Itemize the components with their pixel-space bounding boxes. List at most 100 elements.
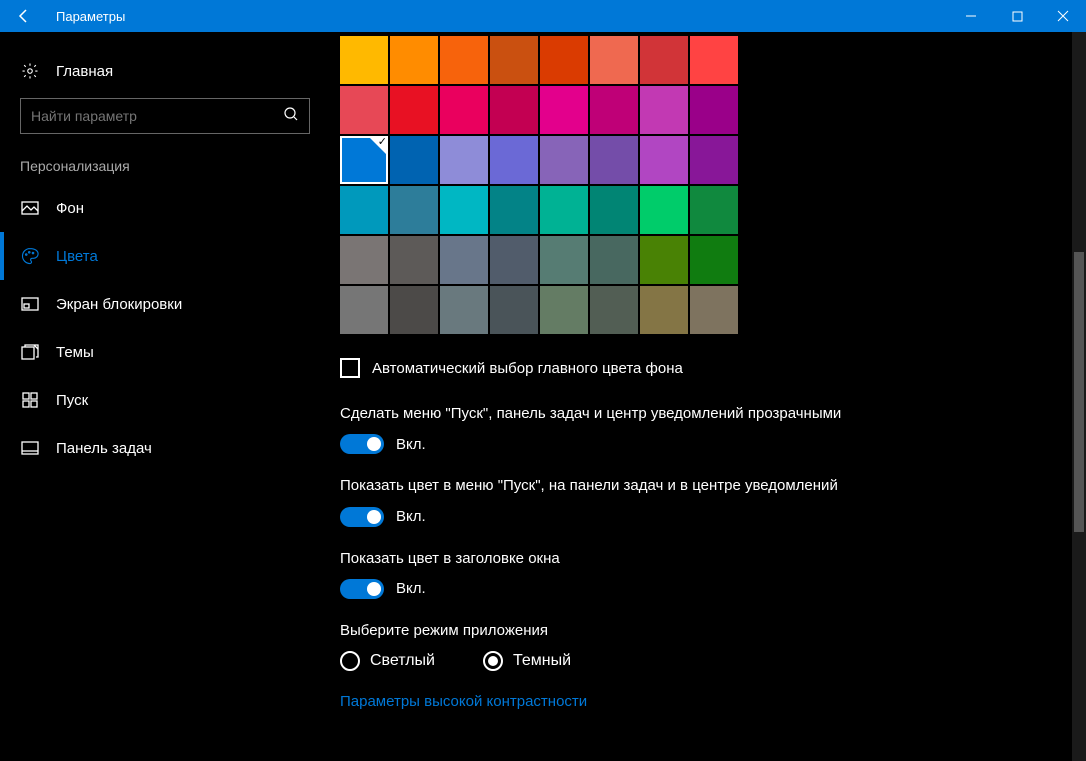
color-swatch[interactable] bbox=[390, 236, 438, 284]
color-swatch[interactable] bbox=[690, 36, 738, 84]
color-swatch[interactable] bbox=[540, 136, 588, 184]
toggle-state: Вкл. bbox=[396, 580, 426, 597]
color-swatch[interactable] bbox=[340, 236, 388, 284]
sidebar: Главная Персонализация Фон Цвета Экран б… bbox=[0, 32, 320, 761]
color-swatch[interactable] bbox=[440, 186, 488, 234]
sidebar-item-colors[interactable]: Цвета bbox=[0, 232, 320, 280]
toggle-label-showcolor-start: Показать цвет в меню "Пуск", на панели з… bbox=[340, 476, 860, 496]
toggle-state: Вкл. bbox=[396, 508, 426, 525]
sidebar-item-lockscreen[interactable]: Экран блокировки bbox=[0, 280, 320, 328]
back-button[interactable] bbox=[0, 0, 48, 32]
close-button[interactable] bbox=[1040, 0, 1086, 32]
toggle-label-showcolor-title: Показать цвет в заголовке окна bbox=[340, 549, 860, 569]
color-swatch[interactable] bbox=[540, 86, 588, 134]
search-field[interactable] bbox=[31, 108, 283, 124]
color-swatch[interactable] bbox=[590, 36, 638, 84]
color-swatch[interactable] bbox=[490, 236, 538, 284]
sidebar-item-label: Фон bbox=[56, 200, 84, 217]
color-swatch[interactable] bbox=[590, 286, 638, 334]
color-swatch[interactable] bbox=[690, 86, 738, 134]
toggle-transparency[interactable] bbox=[340, 434, 384, 454]
minimize-button[interactable] bbox=[948, 0, 994, 32]
color-swatch[interactable] bbox=[440, 86, 488, 134]
color-swatch[interactable] bbox=[390, 286, 438, 334]
color-swatch[interactable] bbox=[440, 236, 488, 284]
color-swatch[interactable] bbox=[540, 286, 588, 334]
sidebar-item-taskbar[interactable]: Панель задач bbox=[0, 424, 320, 472]
color-swatch[interactable] bbox=[490, 86, 538, 134]
color-swatch[interactable] bbox=[490, 36, 538, 84]
sidebar-item-background[interactable]: Фон bbox=[0, 184, 320, 232]
color-swatch[interactable] bbox=[640, 186, 688, 234]
search-input[interactable] bbox=[20, 98, 310, 134]
app-mode-label: Выберите режим приложения bbox=[340, 621, 860, 641]
scrollbar-thumb[interactable] bbox=[1074, 252, 1084, 532]
color-swatch[interactable] bbox=[440, 36, 488, 84]
toggle-showcolor-start[interactable] bbox=[340, 507, 384, 527]
home-label: Главная bbox=[56, 63, 113, 80]
window-title: Параметры bbox=[48, 9, 948, 24]
toggle-state: Вкл. bbox=[396, 436, 426, 453]
color-swatch[interactable] bbox=[540, 36, 588, 84]
sidebar-item-start[interactable]: Пуск bbox=[0, 376, 320, 424]
color-swatch[interactable] bbox=[640, 236, 688, 284]
sidebar-item-label: Цвета bbox=[56, 248, 98, 265]
color-swatch[interactable] bbox=[440, 286, 488, 334]
color-swatch[interactable] bbox=[390, 136, 438, 184]
color-grid: ✓ bbox=[340, 36, 1066, 334]
color-swatch[interactable] bbox=[490, 186, 538, 234]
search-icon bbox=[283, 106, 299, 127]
color-swatch[interactable] bbox=[490, 136, 538, 184]
color-swatch[interactable] bbox=[390, 36, 438, 84]
gear-icon bbox=[20, 62, 40, 80]
color-swatch[interactable] bbox=[690, 136, 738, 184]
sidebar-item-label: Панель задач bbox=[56, 440, 152, 457]
sidebar-item-label: Пуск bbox=[56, 392, 88, 409]
maximize-button[interactable] bbox=[994, 0, 1040, 32]
taskbar-icon bbox=[20, 441, 40, 455]
auto-color-label: Автоматический выбор главного цвета фона bbox=[372, 360, 683, 377]
toggle-showcolor-title[interactable] bbox=[340, 579, 384, 599]
radio-label: Темный bbox=[513, 652, 571, 670]
color-swatch[interactable] bbox=[640, 286, 688, 334]
themes-icon bbox=[20, 344, 40, 360]
high-contrast-link[interactable]: Параметры высокой контрастности bbox=[340, 693, 1066, 710]
toggle-label-transparency: Сделать меню "Пуск", панель задач и цент… bbox=[340, 404, 860, 424]
color-swatch[interactable] bbox=[390, 86, 438, 134]
color-swatch[interactable] bbox=[540, 236, 588, 284]
color-swatch[interactable] bbox=[340, 36, 388, 84]
color-swatch[interactable] bbox=[490, 286, 538, 334]
sidebar-item-label: Экран блокировки bbox=[56, 296, 182, 313]
radio-dark-mode[interactable]: Темный bbox=[483, 651, 571, 671]
color-swatch[interactable] bbox=[690, 186, 738, 234]
color-swatch[interactable] bbox=[340, 186, 388, 234]
titlebar: Параметры bbox=[0, 0, 1086, 32]
color-swatch[interactable] bbox=[690, 286, 738, 334]
color-swatch[interactable] bbox=[640, 86, 688, 134]
color-swatch[interactable] bbox=[340, 286, 388, 334]
color-swatch[interactable] bbox=[640, 36, 688, 84]
scrollbar[interactable] bbox=[1072, 32, 1086, 761]
color-swatch[interactable] bbox=[640, 136, 688, 184]
sidebar-item-label: Темы bbox=[56, 344, 94, 361]
start-icon bbox=[20, 392, 40, 408]
radio-light-mode[interactable]: Светлый bbox=[340, 651, 435, 671]
color-swatch[interactable] bbox=[540, 186, 588, 234]
color-swatch[interactable]: ✓ bbox=[340, 136, 388, 184]
color-swatch[interactable] bbox=[440, 136, 488, 184]
home-button[interactable]: Главная bbox=[0, 52, 320, 90]
palette-icon bbox=[20, 247, 40, 265]
radio-label: Светлый bbox=[370, 652, 435, 670]
picture-icon bbox=[20, 201, 40, 215]
color-swatch[interactable] bbox=[590, 136, 638, 184]
color-swatch[interactable] bbox=[690, 236, 738, 284]
auto-color-checkbox[interactable] bbox=[340, 358, 360, 378]
color-swatch[interactable] bbox=[590, 186, 638, 234]
section-header: Персонализация bbox=[0, 148, 320, 184]
main-content: ✓ Автоматический выбор главного цвета фо… bbox=[320, 32, 1086, 761]
color-swatch[interactable] bbox=[590, 236, 638, 284]
color-swatch[interactable] bbox=[340, 86, 388, 134]
color-swatch[interactable] bbox=[590, 86, 638, 134]
sidebar-item-themes[interactable]: Темы bbox=[0, 328, 320, 376]
color-swatch[interactable] bbox=[390, 186, 438, 234]
